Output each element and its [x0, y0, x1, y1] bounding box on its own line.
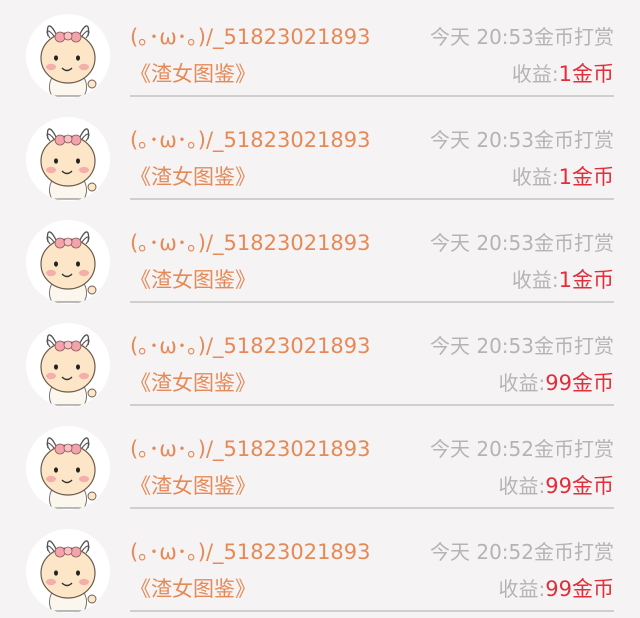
record-time: 今天 20:53 [430, 25, 534, 49]
record-meta: 今天 20:53金币打赏 [430, 331, 614, 361]
baby-avatar-icon[interactable] [26, 323, 110, 407]
baby-avatar-icon[interactable] [26, 117, 110, 201]
earnings: 收益:1金币 [512, 58, 614, 92]
reward-record-row[interactable]: (｡･ω･｡)/_51823021893 今天 20:52金币打赏 《渣女图鉴》… [0, 412, 640, 515]
earnings-label: 收益: [511, 165, 559, 189]
earnings: 收益:1金币 [512, 161, 614, 195]
record-meta: 今天 20:53金币打赏 [430, 125, 614, 155]
earnings-value: 1金币 [558, 165, 614, 189]
username[interactable]: (｡･ω･｡)/_51823021893 [130, 22, 371, 52]
username[interactable]: (｡･ω･｡)/_51823021893 [130, 228, 371, 258]
record-meta: 今天 20:52金币打赏 [430, 434, 614, 464]
earnings-label: 收益: [498, 371, 546, 395]
record-time: 今天 20:53 [430, 231, 534, 255]
record-time: 今天 20:53 [430, 334, 534, 358]
record-time: 今天 20:52 [430, 540, 534, 564]
baby-avatar-icon[interactable] [26, 529, 110, 613]
record-detail: 《渣女图鉴》 收益:1金币 [130, 264, 614, 296]
baby-avatar-icon[interactable] [26, 14, 110, 98]
record-detail: 《渣女图鉴》 收益:99金币 [130, 367, 614, 399]
record-header: (｡･ω･｡)/_51823021893 今天 20:53金币打赏 [130, 228, 614, 258]
username[interactable]: (｡･ω･｡)/_51823021893 [130, 125, 371, 155]
record-time: 今天 20:53 [430, 128, 534, 152]
earnings-value: 99金币 [545, 474, 614, 498]
record-header: (｡･ω･｡)/_51823021893 今天 20:53金币打赏 [130, 331, 614, 361]
record-meta: 今天 20:52金币打赏 [430, 537, 614, 567]
record-header: (｡･ω･｡)/_51823021893 今天 20:52金币打赏 [130, 537, 614, 567]
book-title-link[interactable]: 《渣女图鉴》 [130, 58, 256, 90]
record-header: (｡･ω･｡)/_51823021893 今天 20:53金币打赏 [130, 125, 614, 155]
record-action: 金币打赏 [534, 540, 614, 564]
earnings: 收益:1金币 [512, 264, 614, 298]
divider [130, 404, 614, 406]
reward-record-row[interactable]: (｡･ω･｡)/_51823021893 今天 20:53金币打赏 《渣女图鉴》… [0, 0, 640, 103]
divider [130, 507, 614, 509]
record-detail: 《渣女图鉴》 收益:99金币 [130, 573, 614, 605]
record-meta: 今天 20:53金币打赏 [430, 22, 614, 52]
earnings-value: 1金币 [558, 268, 614, 292]
record-detail: 《渣女图鉴》 收益:1金币 [130, 58, 614, 90]
reward-record-row[interactable]: (｡･ω･｡)/_51823021893 今天 20:52金币打赏 《渣女图鉴》… [0, 515, 640, 618]
book-title-link[interactable]: 《渣女图鉴》 [130, 367, 256, 399]
record-header: (｡･ω･｡)/_51823021893 今天 20:53金币打赏 [130, 22, 614, 52]
book-title-link[interactable]: 《渣女图鉴》 [130, 470, 256, 502]
baby-avatar-icon[interactable] [26, 426, 110, 510]
record-action: 金币打赏 [534, 25, 614, 49]
earnings-label: 收益: [498, 474, 546, 498]
earnings-value: 99金币 [545, 371, 614, 395]
divider [130, 301, 614, 303]
baby-avatar-icon[interactable] [26, 220, 110, 304]
record-action: 金币打赏 [534, 437, 614, 461]
reward-record-list: (｡･ω･｡)/_51823021893 今天 20:53金币打赏 《渣女图鉴》… [0, 0, 640, 613]
earnings: 收益:99金币 [499, 573, 614, 607]
divider [130, 198, 614, 200]
record-action: 金币打赏 [534, 334, 614, 358]
record-detail: 《渣女图鉴》 收益:99金币 [130, 470, 614, 502]
divider [130, 610, 614, 612]
username[interactable]: (｡･ω･｡)/_51823021893 [130, 537, 371, 567]
book-title-link[interactable]: 《渣女图鉴》 [130, 573, 256, 605]
earnings-value: 99金币 [545, 577, 614, 601]
earnings: 收益:99金币 [499, 470, 614, 504]
earnings-label: 收益: [511, 62, 559, 86]
record-action: 金币打赏 [534, 231, 614, 255]
username[interactable]: (｡･ω･｡)/_51823021893 [130, 331, 371, 361]
record-meta: 今天 20:53金币打赏 [430, 228, 614, 258]
reward-record-row[interactable]: (｡･ω･｡)/_51823021893 今天 20:53金币打赏 《渣女图鉴》… [0, 103, 640, 206]
earnings-label: 收益: [511, 268, 559, 292]
earnings-value: 1金币 [558, 62, 614, 86]
reward-record-row[interactable]: (｡･ω･｡)/_51823021893 今天 20:53金币打赏 《渣女图鉴》… [0, 206, 640, 309]
book-title-link[interactable]: 《渣女图鉴》 [130, 161, 256, 193]
earnings: 收益:99金币 [499, 367, 614, 401]
divider [130, 95, 614, 97]
username[interactable]: (｡･ω･｡)/_51823021893 [130, 434, 371, 464]
earnings-label: 收益: [498, 577, 546, 601]
record-detail: 《渣女图鉴》 收益:1金币 [130, 161, 614, 193]
book-title-link[interactable]: 《渣女图鉴》 [130, 264, 256, 296]
record-action: 金币打赏 [534, 128, 614, 152]
record-header: (｡･ω･｡)/_51823021893 今天 20:52金币打赏 [130, 434, 614, 464]
reward-record-row[interactable]: (｡･ω･｡)/_51823021893 今天 20:53金币打赏 《渣女图鉴》… [0, 309, 640, 412]
record-time: 今天 20:52 [430, 437, 534, 461]
